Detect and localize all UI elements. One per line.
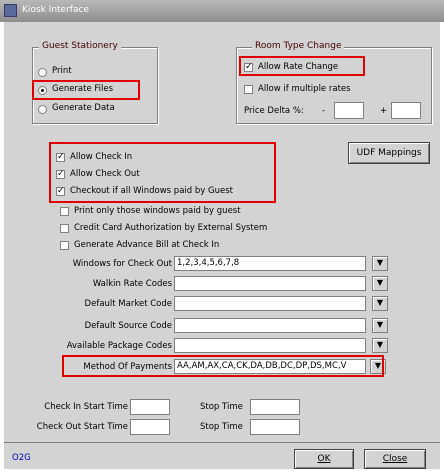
cc-auth-label: Credit Card Authorization by External Sy… xyxy=(74,223,268,233)
check-out-start-time-label: Check Out Start Time xyxy=(36,422,128,432)
price-delta-plus: + xyxy=(380,106,388,116)
print-windows-label: Print only those windows paid by guest xyxy=(74,206,241,216)
windows-checkout-input[interactable]: 1,2,3,4,5,6,7,8 xyxy=(174,256,366,271)
allow-multiple-rates-label: Allow if multiple rates xyxy=(258,84,351,94)
advance-bill-label: Generate Advance Bill at Check In xyxy=(74,240,220,250)
windows-checkout-label: Windows for Check Out xyxy=(72,259,172,269)
window-title: Kiosk Interface xyxy=(22,5,89,15)
print-windows-checkbox[interactable] xyxy=(60,207,69,216)
price-delta-min-input[interactable] xyxy=(334,102,364,119)
default-market-code-dropdown-icon[interactable]: ▼ xyxy=(372,296,388,311)
radio-print-label: Print xyxy=(52,66,72,76)
price-delta-max-input[interactable] xyxy=(391,102,421,119)
check-in-stop-time-label: Stop Time xyxy=(200,402,243,412)
available-package-codes-label: Available Package Codes xyxy=(66,341,172,351)
guest-stationery-legend: Guest Stationery xyxy=(39,41,121,51)
highlight-allow-rate-change xyxy=(239,56,365,76)
walkin-rate-codes-input[interactable] xyxy=(174,276,366,291)
udf-mappings-button[interactable]: UDF Mappings xyxy=(348,142,430,164)
price-delta-minus: - xyxy=(322,106,326,116)
highlight-generate-files xyxy=(32,80,140,100)
footer-code: O2G xyxy=(12,453,31,463)
price-delta-label: Price Delta %: xyxy=(244,106,304,116)
footer-divider xyxy=(4,442,440,443)
highlight-method-of-payments xyxy=(62,355,384,377)
radio-generate-data-label: Generate Data xyxy=(52,103,115,113)
check-in-stop-time-input[interactable] xyxy=(250,399,300,415)
default-source-code-label: Default Source Code xyxy=(84,321,172,331)
windows-checkout-dropdown-icon[interactable]: ▼ xyxy=(372,256,388,271)
room-type-change-legend: Room Type Change xyxy=(252,41,345,51)
close-button[interactable]: Close xyxy=(364,449,426,469)
available-package-codes-input[interactable] xyxy=(174,338,366,353)
advance-bill-checkbox[interactable] xyxy=(60,241,69,250)
default-source-code-input[interactable] xyxy=(174,318,366,333)
radio-generate-data[interactable] xyxy=(38,105,47,114)
allow-multiple-rates-checkbox[interactable] xyxy=(244,85,253,94)
check-out-stop-time-input[interactable] xyxy=(250,419,300,435)
ok-button[interactable]: OK xyxy=(294,449,354,469)
check-in-start-time-input[interactable] xyxy=(130,399,170,415)
available-package-codes-dropdown-icon[interactable]: ▼ xyxy=(372,338,388,353)
default-source-code-dropdown-icon[interactable]: ▼ xyxy=(372,318,388,333)
check-out-start-time-input[interactable] xyxy=(130,419,170,435)
cc-auth-checkbox[interactable] xyxy=(60,224,69,233)
title-bar: Kiosk Interface xyxy=(0,0,444,22)
walkin-rate-codes-dropdown-icon[interactable]: ▼ xyxy=(372,276,388,291)
check-out-stop-time-label: Stop Time xyxy=(200,422,243,432)
radio-print[interactable] xyxy=(38,68,47,77)
walkin-rate-codes-label: Walkin Rate Codes xyxy=(92,279,172,289)
dialog-panel: Guest Stationery Print Generate Files Ge… xyxy=(4,22,440,469)
app-icon xyxy=(4,4,17,17)
default-market-code-label: Default Market Code xyxy=(84,299,172,309)
default-market-code-input[interactable] xyxy=(174,296,366,311)
check-in-start-time-label: Check In Start Time xyxy=(44,402,128,412)
highlight-check-in-out xyxy=(49,142,276,203)
